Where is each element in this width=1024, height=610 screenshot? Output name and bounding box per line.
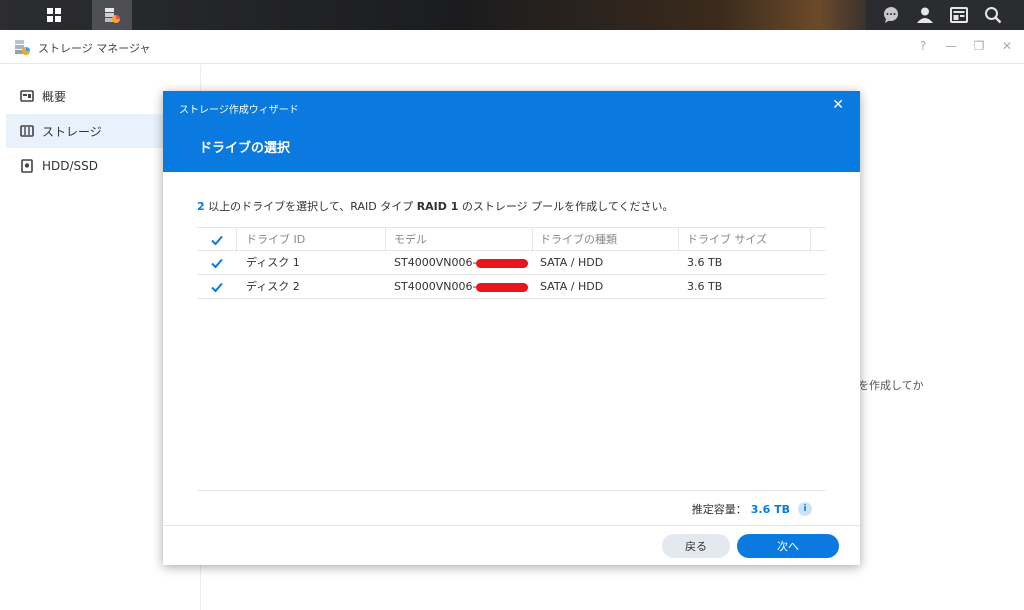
- drive-size: 3.6 TB: [687, 256, 723, 269]
- storage-manager-app-icon: [15, 40, 30, 55]
- wizard-title: ドライブの選択: [199, 141, 291, 156]
- drive-id: ディスク 1: [246, 256, 300, 269]
- close-icon[interactable]: ✕: [1000, 39, 1014, 53]
- storage-icon: [20, 125, 34, 137]
- close-icon[interactable]: ✕: [832, 97, 844, 113]
- table-row[interactable]: ディスク 2 ST4000VN006- SATA / HDD 3.6 TB: [197, 275, 826, 299]
- drive-model: ST4000VN006-: [394, 251, 529, 275]
- taskbar: [0, 0, 1024, 30]
- column-header-drive-type[interactable]: ドライブの種類: [540, 228, 617, 252]
- instruction-part2: のストレージ プールを作成してください。: [458, 200, 674, 213]
- back-button[interactable]: 戻る: [662, 534, 730, 558]
- window-controls: ? — ❐ ✕: [916, 39, 1014, 53]
- row-checkbox[interactable]: [210, 280, 224, 294]
- drive-model: ST4000VN006-: [394, 275, 529, 299]
- capacity-value: 3.6 TB: [750, 502, 790, 516]
- sidebar-item-label: 概要: [42, 89, 67, 104]
- storage-manager-taskbar-button[interactable]: [92, 0, 132, 30]
- next-button[interactable]: 次へ: [737, 534, 839, 558]
- raid-type: RAID 1: [416, 200, 459, 213]
- chat-icon[interactable]: [880, 4, 902, 26]
- redaction-mark: [476, 282, 529, 292]
- info-icon[interactable]: i: [798, 502, 812, 516]
- drive-table: ドライブ ID モデル ドライブの種類 ドライブ サイズ ディスク 1 ST40…: [197, 227, 826, 299]
- storage-creation-wizard: ストレージ作成ウィザード ✕ ドライブの選択 2 以上のドライブを選択して、RA…: [163, 91, 860, 565]
- main-menu-button[interactable]: [34, 0, 74, 30]
- drive-type: SATA / HDD: [540, 256, 604, 269]
- table-header-row: ドライブ ID モデル ドライブの種類 ドライブ サイズ: [197, 227, 826, 252]
- drive-id: ディスク 2: [246, 280, 300, 293]
- column-header-model[interactable]: モデル: [394, 228, 427, 252]
- drive-model-text: ST4000VN006-: [394, 280, 477, 293]
- drive-type: SATA / HDD: [540, 280, 604, 293]
- table-row[interactable]: ディスク 1 ST4000VN006- SATA / HDD 3.6 TB: [197, 251, 826, 275]
- overview-icon: [20, 90, 34, 102]
- help-icon[interactable]: ?: [916, 39, 930, 53]
- sidebar-item-label: HDD/SSD: [42, 159, 99, 173]
- grid-icon: [47, 8, 61, 22]
- app-window-header: ストレージ マネージャ ? — ❐ ✕: [0, 30, 1024, 64]
- column-header-drive-id[interactable]: ドライブ ID: [246, 228, 305, 252]
- estimated-capacity: 推定容量： 3.6 TB i: [692, 501, 812, 517]
- wizard-footer: 戻る 次へ: [163, 525, 860, 565]
- capacity-label: 推定容量：: [691, 503, 747, 516]
- wizard-subtitle: ストレージ作成ウィザード: [179, 105, 299, 116]
- hdd-icon: [21, 159, 33, 173]
- storage-manager-app-icon: [105, 8, 120, 23]
- minimize-icon[interactable]: —: [944, 39, 958, 53]
- drive-size: 3.6 TB: [687, 280, 723, 293]
- sidebar-item-label: ストレージ: [42, 124, 102, 139]
- background-partial-text: を作成してか: [858, 379, 924, 392]
- instruction-text: 2 以上のドライブを選択して、RAID タイプ RAID 1 のストレージ プー…: [197, 198, 674, 214]
- divider: [197, 490, 826, 491]
- redaction-mark: [476, 258, 529, 268]
- widgets-icon[interactable]: [948, 4, 970, 26]
- min-drive-count: 2: [197, 200, 205, 213]
- select-all-checkbox[interactable]: [210, 233, 224, 247]
- drive-model-text: ST4000VN006-: [394, 256, 477, 269]
- app-title: ストレージ マネージャ: [38, 42, 151, 55]
- column-header-drive-size[interactable]: ドライブ サイズ: [687, 228, 767, 252]
- instruction-part1: 以上のドライブを選択して、RAID タイプ: [204, 200, 417, 213]
- user-icon[interactable]: [914, 4, 936, 26]
- restore-icon[interactable]: ❐: [972, 39, 986, 53]
- wizard-header: ストレージ作成ウィザード ✕ ドライブの選択: [163, 91, 860, 172]
- search-icon[interactable]: [982, 4, 1004, 26]
- row-checkbox[interactable]: [210, 256, 224, 270]
- taskbar-tray: [866, 0, 1024, 30]
